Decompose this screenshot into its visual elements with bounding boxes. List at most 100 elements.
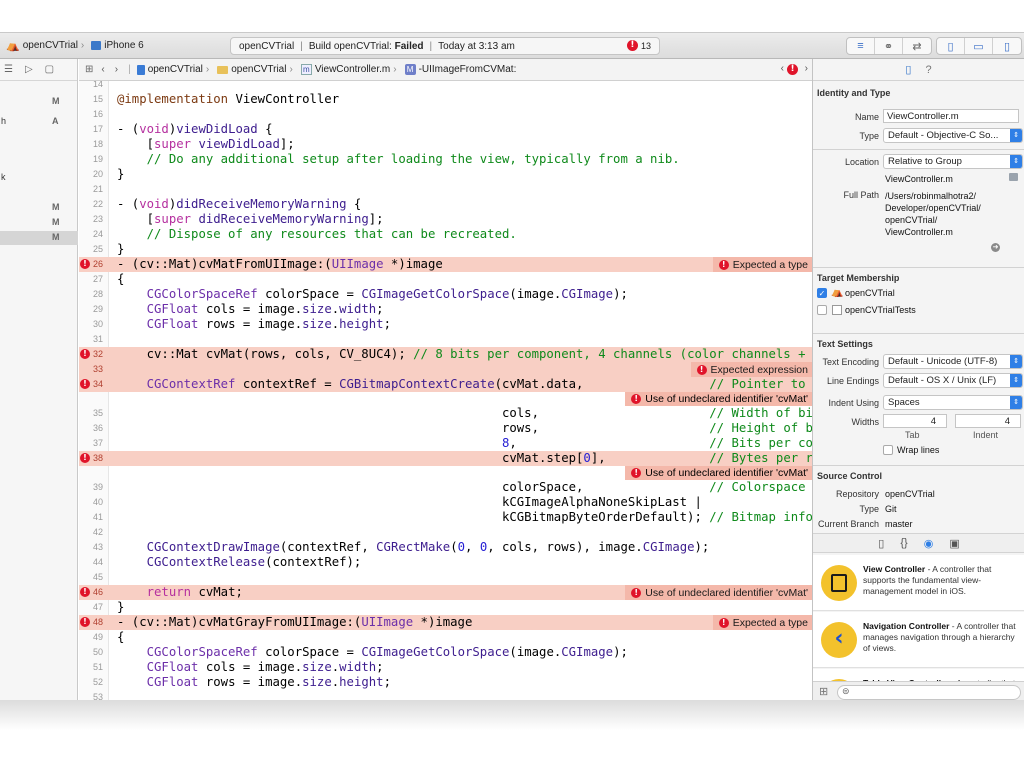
- code-line[interactable]: 23 [super didReceiveMemoryWarning];: [79, 212, 812, 227]
- jump-group[interactable]: openCVTrial ›: [217, 64, 293, 75]
- scheme-selector[interactable]: ⛺ openCVTrial › iPhone 6: [6, 39, 144, 52]
- wrap-lines-checkbox[interactable]: [883, 445, 893, 455]
- list-icon[interactable]: ☰: [4, 64, 13, 75]
- code-line[interactable]: 15 @implementation ViewController: [79, 92, 812, 107]
- code-line[interactable]: 25}: [79, 242, 812, 257]
- issue-icon[interactable]: !: [787, 64, 798, 75]
- reveal-arrow-icon[interactable]: ➜: [991, 243, 1000, 252]
- code-line[interactable]: 43 CGContextDrawImage(contextRef, CGRect…: [79, 540, 812, 555]
- jump-project[interactable]: openCVTrial ›: [136, 64, 209, 75]
- code-line[interactable]: 28 CGColorSpaceRef colorSpace = CGImageG…: [79, 287, 812, 302]
- code-line-error[interactable]: 48! - (cv::Mat)cvMatGrayFromUIImage:(UIIm…: [79, 615, 812, 630]
- source-editor[interactable]: 14 15 @implementation ViewController 16 17 - …: [79, 81, 812, 702]
- back-arrow-icon[interactable]: ‹: [101, 64, 104, 75]
- tab-width-stepper[interactable]: 4: [883, 414, 947, 428]
- jump-method[interactable]: M -UIImageFromCVMat:: [404, 64, 516, 75]
- gutter-error-icon[interactable]: !: [80, 617, 90, 627]
- code-line[interactable]: 19 // Do any additional setup after load…: [79, 152, 812, 167]
- code-line[interactable]: 42: [79, 525, 812, 540]
- code-line[interactable]: 45: [79, 570, 812, 585]
- gutter-error-icon[interactable]: !: [80, 587, 90, 597]
- indent-using-popup[interactable]: Spaces ⇕: [883, 395, 1023, 410]
- code-snippet-icon[interactable]: {}: [900, 537, 907, 549]
- error-badge[interactable]: ! Expected a type: [712, 615, 812, 630]
- code-line[interactable]: 36 rows, // Height of bitmap: [79, 421, 812, 436]
- navigator-toggle-icon[interactable]: ▯: [937, 38, 965, 54]
- code-line[interactable]: 35 cols, // Width of bitmap: [79, 406, 812, 421]
- code-line[interactable]: 16: [79, 107, 812, 122]
- code-line[interactable]: 49 {: [79, 630, 812, 645]
- navigator-row[interactable]: M: [0, 216, 78, 230]
- navigator-row[interactable]: M: [0, 231, 78, 245]
- code-line-error[interactable]: 32! cv::Mat cvMat(rows, cols, CV_8UC4); …: [79, 347, 812, 362]
- code-line[interactable]: 22 - (void)didReceiveMemoryWarning {: [79, 197, 812, 212]
- target-checkbox-2[interactable]: [817, 305, 827, 315]
- comment-icon[interactable]: ▢: [45, 64, 54, 75]
- library-item[interactable]: ‹ Navigation Controller - A controller th…: [813, 612, 1024, 668]
- navigator-row[interactable]: hA: [0, 115, 78, 129]
- error-badge[interactable]: ! Expected a type: [712, 257, 812, 272]
- library-filter-field[interactable]: ⊜: [837, 685, 1021, 700]
- target-checkbox-1[interactable]: ✓: [817, 288, 827, 298]
- code-line-error[interactable]: 34! CGContextRef contextRef = CGBitmapCo…: [79, 377, 812, 392]
- grid-view-icon[interactable]: ⊞: [819, 685, 828, 698]
- code-line[interactable]: 40 kCGImageAlphaNoneSkipLast |: [79, 495, 812, 510]
- code-line[interactable]: 50 CGColorSpaceRef colorSpace = CGImageG…: [79, 645, 812, 660]
- code-line[interactable]: 30 CGFloat rows = image.size.height;: [79, 317, 812, 332]
- quick-help-icon[interactable]: ?: [925, 64, 931, 76]
- code-line[interactable]: 39 colorSpace, // Colorspace: [79, 480, 812, 495]
- navigator-row[interactable]: M: [0, 201, 78, 215]
- gutter-error-icon[interactable]: !: [80, 379, 90, 389]
- code-line[interactable]: 47}: [79, 600, 812, 615]
- code-line-error[interactable]: 38! cvMat.step[0], // Bytes per row: [79, 451, 812, 466]
- next-issue-icon[interactable]: ›: [805, 63, 808, 74]
- code-line[interactable]: 20}: [79, 167, 812, 182]
- code-line[interactable]: 44 CGContextRelease(contextRef);: [79, 555, 812, 570]
- code-line-error[interactable]: 26! - (cv::Mat)cvMatFromUIImage:(UIImage …: [79, 257, 812, 272]
- code-line[interactable]: 52 CGFloat rows = image.size.height;: [79, 675, 812, 690]
- jump-file[interactable]: m ViewController.m ›: [300, 64, 397, 75]
- error-badge[interactable]: ! Use of undeclared identifier 'cvMat': [625, 466, 812, 480]
- error-count-badge[interactable]: ! 13: [626, 40, 651, 51]
- assistant-editor-icon[interactable]: ⚭: [875, 38, 903, 54]
- utilities-toggle-icon[interactable]: ▯: [993, 38, 1021, 54]
- standard-editor-icon[interactable]: ≡: [847, 38, 875, 54]
- error-badge[interactable]: ! Use of undeclared identifier 'cvMat': [625, 585, 812, 600]
- code-line[interactable]: 21: [79, 182, 812, 197]
- version-editor-icon[interactable]: ⇄: [903, 38, 931, 54]
- debug-area-toggle-icon[interactable]: ▭: [965, 38, 993, 54]
- error-badge[interactable]: ! Use of undeclared identifier 'cvMat': [625, 392, 812, 406]
- navigator-row[interactable]: [0, 143, 78, 157]
- device-name[interactable]: iPhone 6: [104, 40, 143, 51]
- gutter-error-icon[interactable]: !: [80, 349, 90, 359]
- name-field[interactable]: ViewController.m: [883, 109, 1019, 123]
- code-line[interactable]: 17 - (void)viewDidLoad {: [79, 122, 812, 137]
- code-line[interactable]: 14: [79, 81, 812, 92]
- gutter-error-icon[interactable]: !: [80, 453, 90, 463]
- forward-arrow-icon[interactable]: ›: [115, 64, 118, 75]
- related-items-icon[interactable]: ⊞: [85, 64, 93, 75]
- code-line[interactable]: 37 8, // Bits per component: [79, 436, 812, 451]
- code-line[interactable]: 27 {: [79, 272, 812, 287]
- file-inspector-icon[interactable]: ▯: [905, 63, 911, 76]
- code-line[interactable]: 41 kCGBitmapByteOrderDefault); // Bitmap…: [79, 510, 812, 525]
- error-badge[interactable]: ! Expected expression: [690, 362, 812, 377]
- code-line[interactable]: 24 // Dispose of any resources that can …: [79, 227, 812, 242]
- navigator-row[interactable]: k: [0, 171, 78, 185]
- folder-icon[interactable]: [1009, 173, 1018, 181]
- code-line-error[interactable]: 46! return cvMat;! Use of undeclared iden…: [79, 585, 812, 600]
- navigator-row[interactable]: M: [0, 95, 78, 109]
- file-template-icon[interactable]: ▯: [878, 537, 884, 550]
- gutter-error-icon[interactable]: !: [80, 259, 90, 269]
- tag-icon[interactable]: ▷: [25, 64, 33, 75]
- encoding-popup[interactable]: Default - Unicode (UTF-8) ⇕: [883, 354, 1023, 369]
- library-item[interactable]: View Controller - A controller that supp…: [813, 555, 1024, 611]
- line-endings-popup[interactable]: Default - OS X / Unix (LF) ⇕: [883, 373, 1023, 388]
- prev-issue-icon[interactable]: ‹: [781, 63, 784, 74]
- code-line[interactable]: 31: [79, 332, 812, 347]
- code-line[interactable]: 51 CGFloat cols = image.size.width;: [79, 660, 812, 675]
- location-popup[interactable]: Relative to Group ⇕: [883, 154, 1023, 169]
- media-library-icon[interactable]: ▣: [949, 537, 959, 550]
- object-library-icon[interactable]: ◉: [924, 537, 934, 550]
- indent-width-stepper[interactable]: 4: [955, 414, 1021, 428]
